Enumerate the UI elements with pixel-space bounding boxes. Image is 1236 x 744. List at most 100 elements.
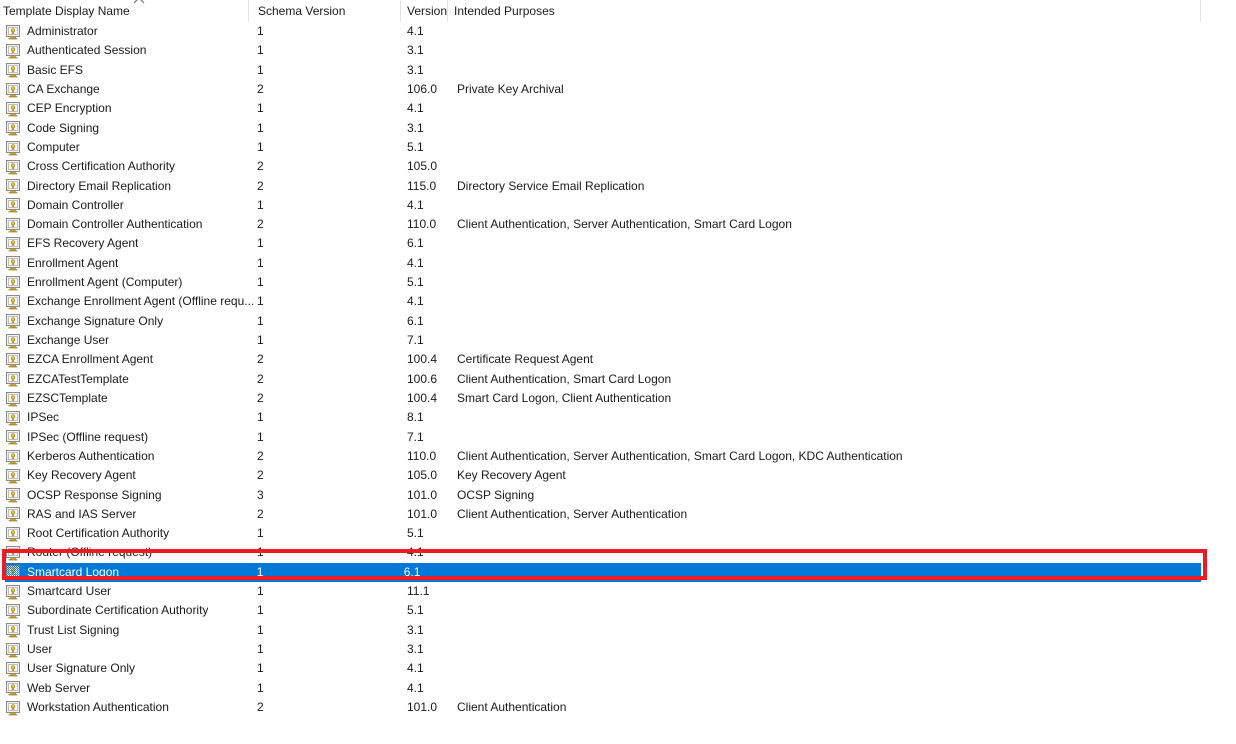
- table-row[interactable]: User 1 3.1: [0, 640, 1236, 659]
- table-row[interactable]: IPSec (Offline request) 1 7.1: [0, 428, 1236, 447]
- certificate-template-icon: [5, 217, 21, 233]
- table-row[interactable]: Authenticated Session 1 3.1: [0, 41, 1236, 60]
- cell-version: 4.1: [407, 197, 424, 212]
- template-display-name-text: EZCA Enrollment Agent: [27, 352, 154, 367]
- table-row[interactable]: Exchange User 1 7.1: [0, 331, 1236, 350]
- certificate-template-icon: [5, 294, 21, 310]
- cell-template-display-name: Web Server: [0, 679, 254, 698]
- template-display-name-text: Directory Email Replication: [27, 178, 172, 193]
- header-right-divider: [1200, 0, 1201, 22]
- table-row[interactable]: Domain Controller Authentication 2 110.0 Cl…: [0, 215, 1236, 234]
- column-header-schema-version[interactable]: Schema Version: [248, 0, 400, 22]
- table-row[interactable]: EFS Recovery Agent 1 6.1: [0, 234, 1236, 253]
- cell-intended-purposes: Smart Card Logon, Client Authentication: [457, 390, 672, 405]
- cell-schema-version: 1: [257, 622, 264, 637]
- cell-template-display-name: Exchange User: [0, 331, 254, 350]
- column-header-template-display-name[interactable]: Template Display Name: [0, 0, 248, 22]
- column-header-row: Template Display Name Schema Version Ver…: [0, 0, 1201, 22]
- table-row[interactable]: Smartcard Logon 1 6.1: [5, 562, 1201, 583]
- table-row[interactable]: Enrollment Agent (Computer) 1 5.1: [0, 273, 1236, 292]
- column-header-intended-purposes[interactable]: Intended Purposes: [447, 0, 1201, 22]
- table-row[interactable]: OCSP Response Signing 3 101.0 OCSP Signing: [0, 486, 1236, 505]
- template-display-name-text: Exchange User: [27, 333, 110, 347]
- cell-schema-version: 1: [257, 236, 264, 251]
- cell-version: 5.1: [407, 275, 424, 290]
- table-row[interactable]: Kerberos Authentication 2 110.0 Client Auth…: [0, 447, 1236, 466]
- cell-version: 100.6: [407, 371, 438, 386]
- column-header-version[interactable]: Version: [400, 0, 447, 22]
- cell-template-display-name: Router (Offline request): [0, 543, 254, 562]
- template-display-name-text: Exchange Signature Only: [27, 313, 164, 328]
- table-row[interactable]: EZCATestTemplate 2 100.6 Client Authenticat…: [0, 370, 1236, 389]
- table-row[interactable]: Basic EFS 1 3.1: [0, 61, 1236, 80]
- template-display-name-text: IPSec: [27, 410, 60, 425]
- table-row[interactable]: Router (Offline request) 1 4.1: [0, 543, 1236, 562]
- table-row[interactable]: Subordinate Certification Authority 1 5.1: [0, 601, 1236, 620]
- table-row[interactable]: Computer 1 5.1: [0, 138, 1236, 157]
- cell-version: 6.1: [407, 236, 424, 251]
- cell-version: 100.4: [407, 352, 438, 367]
- table-row[interactable]: Exchange Enrollment Agent (Offline requ.…: [0, 292, 1236, 311]
- cell-schema-version: 1: [257, 410, 264, 425]
- cell-intended-purposes: Private Key Archival: [457, 81, 564, 96]
- certificate-template-icon: [5, 101, 21, 117]
- cell-template-display-name: IPSec: [0, 408, 254, 427]
- template-display-name-text: User Signature Only: [27, 661, 136, 676]
- cell-intended-purposes: Certificate Request Agent: [457, 352, 594, 367]
- cell-schema-version: 1: [257, 333, 264, 347]
- certificate-template-icon: [5, 700, 21, 716]
- table-row[interactable]: Directory Email Replication 2 115.0 Directo…: [0, 177, 1236, 196]
- certificate-template-icon: [5, 449, 21, 465]
- table-row[interactable]: CA Exchange 2 106.0 Private Key Archival: [0, 80, 1236, 99]
- certificate-template-icon: [5, 62, 21, 78]
- cell-intended-purposes: [451, 157, 1221, 176]
- table-row[interactable]: Exchange Signature Only 1 6.1: [0, 312, 1236, 331]
- cell-intended-purposes: [451, 331, 1221, 350]
- cell-schema-version: 2: [257, 390, 264, 405]
- table-row[interactable]: Workstation Authentication 2 101.0 Client A…: [0, 698, 1236, 717]
- template-display-name-text: EZCATestTemplate: [27, 371, 129, 386]
- table-row[interactable]: Administrator 1 4.1: [0, 22, 1236, 41]
- table-row[interactable]: Web Server 1 4.1: [0, 679, 1236, 698]
- cell-version: 115.0: [407, 178, 437, 193]
- table-row[interactable]: EZSCTemplate 2 100.4 Smart Card Logon, Clie…: [0, 389, 1236, 408]
- template-display-name-text: Cross Certification Authority: [27, 159, 176, 174]
- table-row[interactable]: Enrollment Agent 1 4.1: [0, 254, 1236, 273]
- table-row[interactable]: CEP Encryption 1 4.1: [0, 99, 1236, 118]
- table-row[interactable]: Key Recovery Agent 2 105.0 Key Recovery Age…: [0, 466, 1236, 485]
- cell-version: 8.1: [407, 410, 424, 425]
- template-display-name-text: Smartcard User: [27, 584, 112, 599]
- template-display-name-text: EFS Recovery Agent: [27, 236, 139, 251]
- table-row[interactable]: RAS and IAS Server 2 101.0 Client Authentic…: [0, 505, 1236, 524]
- cell-schema-version: 1: [257, 429, 264, 444]
- cell-schema-version: 1: [257, 642, 264, 656]
- cell-intended-purposes: [451, 679, 1221, 698]
- cell-template-display-name: User: [0, 640, 254, 659]
- cell-schema-version: 2: [257, 699, 264, 714]
- certificate-template-icon: [5, 680, 21, 696]
- table-row[interactable]: Cross Certification Authority 2 105.0: [0, 157, 1236, 176]
- certificate-template-icon: [5, 622, 21, 638]
- table-row[interactable]: EZCA Enrollment Agent 2 100.4 Certificate R…: [0, 350, 1236, 369]
- table-row[interactable]: Code Signing 1 3.1: [0, 119, 1236, 138]
- table-row[interactable]: Smartcard User 1 11.1: [0, 582, 1236, 601]
- table-row[interactable]: User Signature Only 1 4.1: [0, 659, 1236, 678]
- template-display-name-text: User: [27, 642, 53, 656]
- cell-template-display-name: Root Certification Authority: [0, 524, 254, 543]
- cell-version: 101.0: [407, 506, 438, 521]
- certificate-template-icon: [5, 178, 21, 194]
- table-row[interactable]: Domain Controller 1 4.1: [0, 196, 1236, 215]
- table-row[interactable]: Root Certification Authority 1 5.1: [0, 524, 1236, 543]
- table-row[interactable]: IPSec 1 8.1: [0, 408, 1236, 427]
- cell-template-display-name: Basic EFS: [0, 61, 254, 80]
- cell-intended-purposes: [451, 524, 1221, 543]
- certificate-template-icon: [5, 468, 21, 484]
- template-display-name-text: Computer: [27, 139, 80, 154]
- cell-schema-version: 2: [257, 217, 264, 232]
- cell-version: 4.1: [407, 294, 424, 309]
- table-row[interactable]: Trust List Signing 1 3.1: [0, 621, 1236, 640]
- cell-intended-purposes: [451, 292, 1221, 311]
- certificate-templates-list-view[interactable]: Template Display Name Schema Version Ver…: [0, 0, 1236, 744]
- cell-template-display-name: Subordinate Certification Authority: [0, 601, 254, 620]
- certificate-template-icon: [5, 352, 21, 368]
